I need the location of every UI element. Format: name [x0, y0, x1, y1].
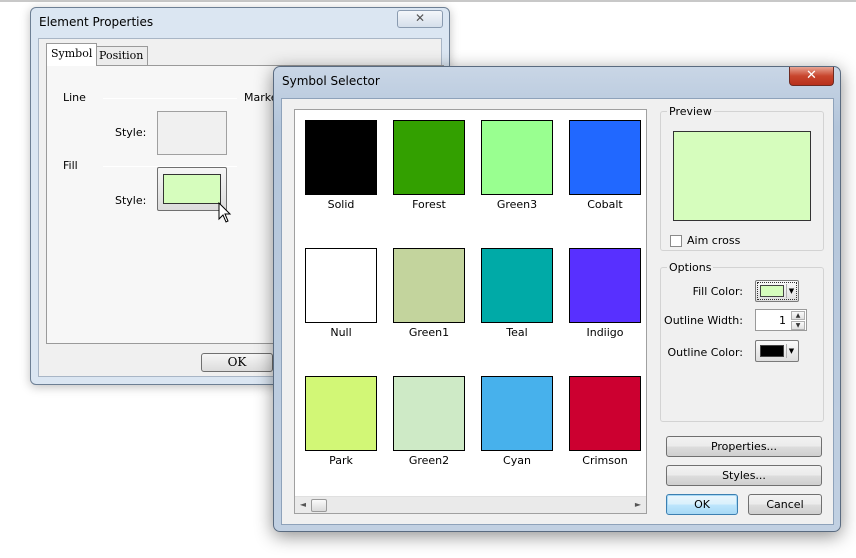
symbol-swatch	[481, 376, 553, 451]
window-title: Element Properties	[39, 15, 154, 29]
fill-color-swatch	[760, 285, 784, 297]
background-top-line	[0, 0, 856, 2]
symbol-item[interactable]: Crimson	[559, 366, 647, 474]
symbol-swatch	[569, 248, 641, 323]
symbol-item[interactable]: Park	[295, 366, 383, 474]
symbol-label: Teal	[506, 326, 528, 339]
close-button[interactable]: ✕	[397, 10, 443, 28]
outline-color-swatch	[760, 345, 784, 357]
symbol-label: Green3	[496, 198, 538, 211]
symbol-swatch	[569, 120, 641, 195]
tab-position[interactable]: Position	[94, 46, 149, 65]
fill-style-label: Style:	[115, 194, 147, 207]
symbol-swatch	[481, 120, 553, 195]
line-style-label: Style:	[115, 126, 147, 139]
ok-button[interactable]: OK	[666, 494, 738, 515]
tab-symbol[interactable]: Symbol	[46, 43, 98, 66]
symbol-selector-window: Symbol Selector ✕ Solid Forest Green3 Cobal…	[273, 66, 841, 532]
symbol-label: Null	[330, 326, 352, 339]
options-group: Options Fill Color: ▼ Outline Width: 1 ▲…	[660, 261, 824, 422]
fill-color-picker[interactable]: ▼	[755, 280, 799, 302]
preview-group-label: Preview	[667, 105, 714, 118]
spin-down-icon[interactable]: ▼	[791, 321, 805, 330]
scrollbar-thumb[interactable]	[311, 499, 327, 512]
cancel-button[interactable]: Cancel	[748, 494, 822, 515]
symbol-label: Cobalt	[587, 198, 623, 211]
outline-color-label: Outline Color:	[667, 346, 743, 359]
symbol-label: Green1	[408, 326, 450, 339]
close-icon: ✕	[414, 11, 426, 25]
symbol-list[interactable]: Solid Forest Green3 Cobalt Null Green1 Teal Ind…	[294, 109, 647, 514]
symbol-item[interactable]: Null	[295, 238, 383, 346]
fill-style-swatch	[163, 174, 221, 204]
aim-cross-label: Aim cross	[687, 234, 741, 247]
line-style-button[interactable]	[157, 111, 227, 155]
ok-button[interactable]: OK	[201, 353, 273, 372]
symbol-item[interactable]: Solid	[295, 110, 383, 218]
outline-width-stepper[interactable]: 1 ▲ ▼	[755, 309, 807, 331]
outline-width-label: Outline Width:	[664, 314, 743, 327]
symbol-item[interactable]: Cyan	[471, 366, 559, 474]
mouse-pointer-icon	[218, 202, 232, 223]
line-group-label: Line	[63, 91, 86, 104]
close-icon: ✕	[806, 68, 817, 83]
symbol-label: Crimson	[582, 454, 628, 467]
scroll-left-icon[interactable]: ◄	[298, 500, 308, 510]
symbol-swatch	[393, 376, 465, 451]
scroll-right-icon[interactable]: ►	[633, 500, 643, 510]
options-group-label: Options	[667, 261, 714, 274]
preview-swatch	[673, 131, 811, 221]
symbol-swatch	[393, 248, 465, 323]
symbol-label: Green2	[408, 454, 450, 467]
window-client: Solid Forest Green3 Cobalt Null Green1 Teal Ind…	[281, 98, 834, 525]
symbol-swatch	[393, 120, 465, 195]
symbol-item[interactable]: Green2	[383, 366, 471, 474]
preview-group: Preview Aim cross	[660, 105, 824, 251]
symbol-label: Cyan	[503, 454, 531, 467]
symbol-swatch	[305, 248, 377, 323]
fill-style-button[interactable]	[157, 167, 227, 211]
styles-button[interactable]: Styles...	[666, 465, 822, 486]
close-button[interactable]: ✕	[789, 67, 834, 86]
horizontal-scrollbar[interactable]: ◄ ►	[295, 496, 646, 513]
outline-width-value[interactable]: 1	[779, 314, 786, 327]
window-title: Symbol Selector	[282, 74, 380, 88]
symbol-item[interactable]: Forest	[383, 110, 471, 218]
outline-color-picker[interactable]: ▼	[755, 340, 799, 362]
symbol-swatch	[305, 120, 377, 195]
symbol-item[interactable]: Green1	[383, 238, 471, 346]
symbol-swatch	[569, 376, 641, 451]
aim-cross-checkbox[interactable]	[670, 235, 682, 247]
symbol-label: Indiigo	[586, 326, 624, 339]
line-group-divider	[103, 98, 237, 99]
properties-button[interactable]: Properties...	[666, 436, 822, 457]
symbol-swatch	[305, 376, 377, 451]
chevron-down-icon: ▼	[786, 284, 796, 298]
fill-color-label: Fill Color:	[692, 285, 743, 298]
symbol-item[interactable]: Indiigo	[559, 238, 647, 346]
spin-up-icon[interactable]: ▲	[791, 311, 805, 320]
symbol-item[interactable]: Green3	[471, 110, 559, 218]
symbol-label: Solid	[327, 198, 355, 211]
symbol-label: Park	[329, 454, 353, 467]
symbol-item[interactable]: Teal	[471, 238, 559, 346]
chevron-down-icon: ▼	[786, 344, 796, 358]
symbol-label: Forest	[412, 198, 446, 211]
fill-group-label: Fill	[63, 159, 78, 172]
symbol-swatch	[481, 248, 553, 323]
symbol-item[interactable]: Cobalt	[559, 110, 647, 218]
